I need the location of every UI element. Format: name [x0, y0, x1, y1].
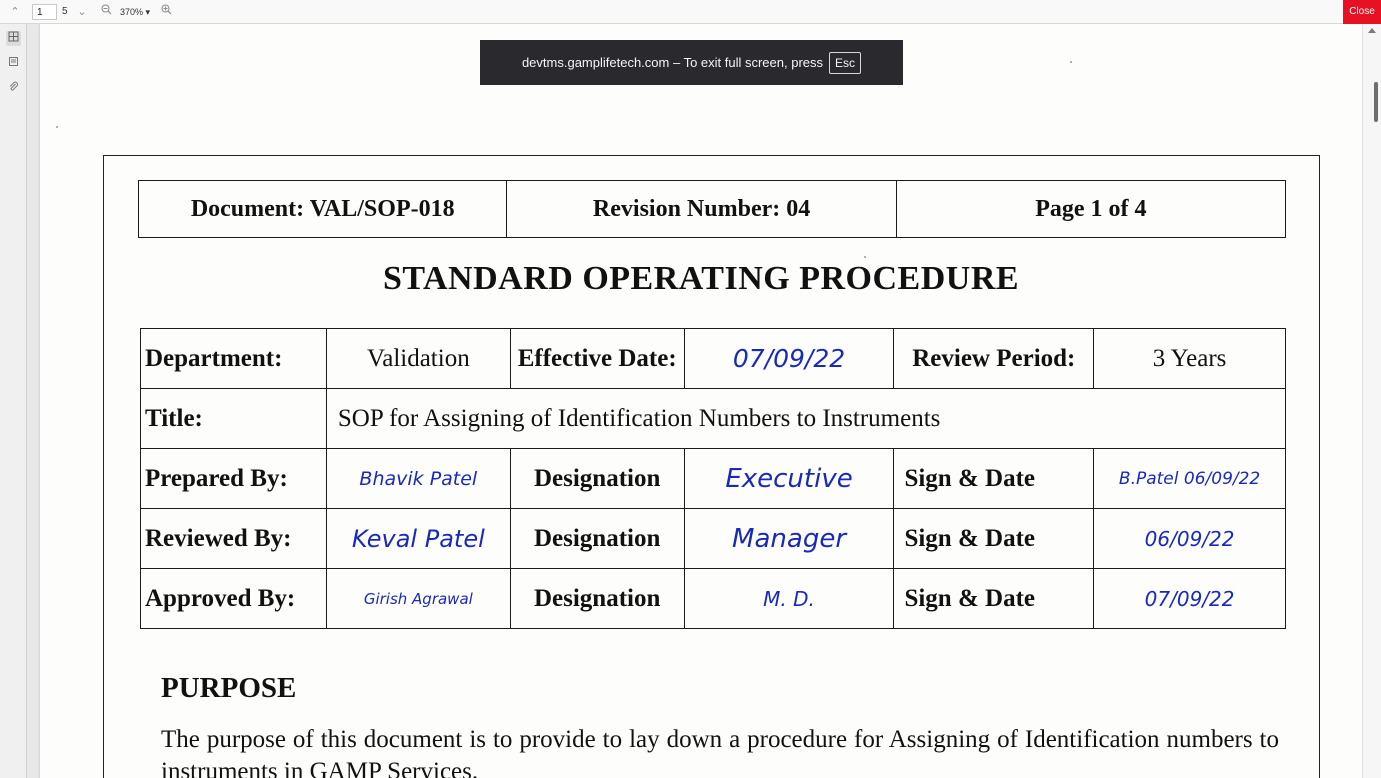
- document-number: Document: VAL/SOP-018: [137, 180, 508, 238]
- title-label: Title:: [140, 388, 327, 449]
- designation-label: Designation: [509, 568, 685, 629]
- prepared-by-label: Prepared By:: [140, 448, 327, 509]
- scrollbar-thumb[interactable]: [1374, 82, 1378, 122]
- outline-icon[interactable]: [6, 56, 21, 71]
- document-canvas[interactable]: Document: VAL/SOP-018 Revision Number: 0…: [27, 24, 1381, 778]
- chevron-up-icon[interactable]: ⌃: [8, 4, 22, 20]
- revision-number: Revision Number: 04: [506, 180, 897, 238]
- title-value: SOP for Assigning of Identification Numb…: [325, 388, 1287, 449]
- page-count: Page 1 of 4: [895, 180, 1287, 238]
- designation-label: Designation: [509, 448, 685, 509]
- approved-by-label: Approved By:: [140, 568, 327, 629]
- close-button[interactable]: Close: [1343, 0, 1381, 24]
- prepared-sign-date: B.Patel 06/09/22: [1093, 448, 1286, 509]
- fullscreen-message: devtms.gamplifetech.com – To exit full s…: [521, 55, 824, 70]
- fullscreen-notice: devtms.gamplifetech.com – To exit full s…: [480, 40, 903, 85]
- document-title: STANDARD OPERATING PROCEDURE: [382, 260, 1020, 297]
- reviewed-by-signature: Keval Patel: [325, 508, 511, 569]
- purpose-heading: PURPOSE: [161, 672, 297, 704]
- approved-sign-date: 07/09/22: [1093, 568, 1286, 629]
- prepared-by-signature: Bhavik Patel: [325, 448, 511, 509]
- document-header-table: Document: VAL/SOP-018 Revision Number: 0…: [137, 180, 1287, 238]
- department-value: Validation: [325, 328, 511, 389]
- scroll-up-icon[interactable]: [1368, 28, 1376, 33]
- department-label: Department:: [140, 328, 327, 389]
- approved-designation: M. D.: [683, 568, 895, 629]
- purpose-text: The purpose of this document is to provi…: [161, 726, 1279, 778]
- sign-date-label: Sign & Date: [893, 568, 1095, 629]
- esc-key-badge: Esc: [829, 51, 862, 74]
- effective-date-value: 07/09/22: [683, 328, 895, 389]
- scan-speck: [1070, 61, 1072, 63]
- approved-by-signature: Girish Agrawal: [325, 568, 511, 629]
- reviewed-sign-date: 06/09/22: [1093, 508, 1286, 569]
- page-number-input[interactable]: [32, 4, 57, 20]
- total-pages: 5: [62, 6, 68, 17]
- document-info-table: Department: Validation Effective Date: 0…: [140, 328, 1287, 629]
- zoom-select[interactable]: 370% ▾: [120, 4, 150, 20]
- pdf-page: Document: VAL/SOP-018 Revision Number: 0…: [40, 24, 1362, 778]
- pdf-toolbar: ⌃ 5 ⌄ 370% ▾ Close: [0, 0, 1381, 24]
- paperclip-icon[interactable]: [6, 81, 21, 96]
- viewer-sidebar: [0, 24, 27, 778]
- reviewed-designation: Manager: [683, 508, 895, 569]
- zoom-in-icon[interactable]: [159, 4, 173, 20]
- caret-down-icon: ▾: [145, 7, 151, 17]
- zoom-level: 370%: [120, 7, 144, 17]
- vertical-scrollbar[interactable]: [1362, 24, 1381, 778]
- zoom-out-icon[interactable]: [99, 4, 113, 20]
- sign-date-label: Sign & Date: [893, 508, 1095, 569]
- scan-speck: [56, 126, 58, 128]
- review-period-value: 3 Years: [1093, 328, 1286, 389]
- designation-label: Designation: [509, 508, 685, 569]
- prepared-designation: Executive: [683, 448, 895, 509]
- thumbnails-icon[interactable]: [6, 31, 21, 46]
- reviewed-by-label: Reviewed By:: [140, 508, 327, 569]
- chevron-down-icon[interactable]: ⌄: [75, 4, 89, 20]
- sign-date-label: Sign & Date: [893, 448, 1095, 509]
- review-period-label: Review Period:: [893, 328, 1095, 389]
- effective-date-label: Effective Date:: [509, 328, 685, 389]
